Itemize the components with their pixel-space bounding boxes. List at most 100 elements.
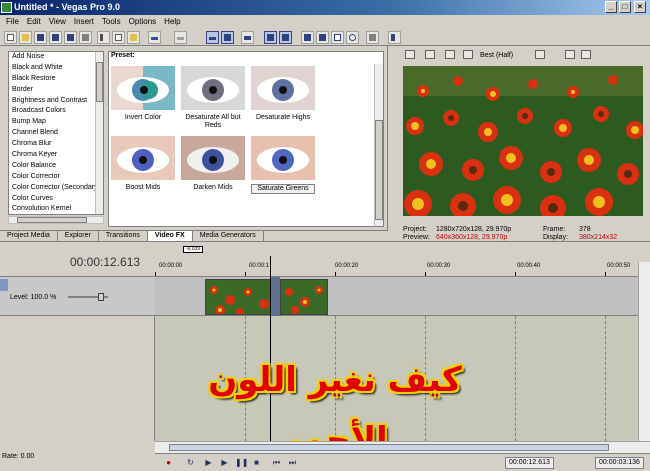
fx-item-black-restore[interactable]: Black Restore	[9, 74, 103, 85]
paste-icon[interactable]	[127, 31, 140, 44]
copy-snapshot-icon[interactable]	[565, 50, 575, 59]
zoom-edit-tool-icon[interactable]	[346, 31, 359, 44]
split-screen-icon[interactable]	[463, 50, 473, 59]
fx-item-channel-blend[interactable]: Channel Blend	[9, 128, 103, 139]
menu-tools[interactable]: Tools	[98, 15, 125, 29]
frame-value: 378	[579, 226, 591, 233]
ruler-tick: 00:00:1	[249, 263, 270, 269]
menu-help[interactable]: Help	[160, 15, 184, 29]
fx-item-brightness-contrast[interactable]: Brightness and Contrast	[9, 96, 103, 107]
minimize-button[interactable]: _	[605, 1, 617, 13]
preset-scrollbar[interactable]	[374, 64, 383, 226]
pause-icon[interactable]: ❚❚	[235, 458, 248, 468]
open-icon[interactable]	[19, 31, 32, 44]
ignore-grouping-icon[interactable]	[279, 31, 292, 44]
timeline-hscrollbar[interactable]	[155, 441, 650, 453]
fx-item-color-balance[interactable]: Color Balance	[9, 161, 103, 172]
preview-properties-icon[interactable]	[405, 50, 415, 59]
video-clip[interactable]	[280, 279, 328, 315]
normal-edit-tool-icon[interactable]	[301, 31, 314, 44]
tab-transitions[interactable]: Transitions	[99, 231, 148, 241]
eye-thumbnail	[181, 136, 245, 180]
copy-icon[interactable]	[112, 31, 125, 44]
render-icon[interactable]	[64, 31, 77, 44]
video-clip[interactable]	[205, 279, 271, 315]
fx-list-scrollbar[interactable]	[95, 52, 103, 214]
video-track-header[interactable]: Level: 100.0 %	[0, 276, 155, 316]
save-icon[interactable]	[34, 31, 47, 44]
go-to-end-icon[interactable]: ⏭	[287, 458, 298, 468]
fx-item-chroma-keyer[interactable]: Chroma Keyer	[9, 150, 103, 161]
fx-item-black-and-white[interactable]: Black and White	[9, 63, 103, 74]
preset-saturate-greens[interactable]: Saturate Greens	[251, 136, 315, 200]
rate-area: Rate: 0.00	[0, 441, 155, 471]
preset-desaturate-highs[interactable]: Desaturate Highs	[251, 66, 315, 130]
fx-item-border[interactable]: Border	[9, 85, 103, 96]
save-as-icon[interactable]	[49, 31, 62, 44]
preset-darken-mids[interactable]: Darken Mids	[181, 136, 245, 200]
fx-item-color-corrector[interactable]: Color Corrector	[9, 172, 103, 183]
selected-region	[271, 277, 280, 317]
ruler-tick: 00:00:30	[427, 263, 451, 269]
preview-frame	[403, 66, 643, 216]
event-pan-crop-icon[interactable]	[366, 31, 379, 44]
level-slider-knob[interactable]	[98, 293, 104, 301]
auto-ripple-icon[interactable]	[221, 31, 234, 44]
crossfade-icon[interactable]	[241, 31, 254, 44]
menu-view[interactable]: View	[45, 15, 70, 29]
track-number	[0, 279, 8, 291]
overlays-icon[interactable]	[535, 50, 545, 59]
play-from-start-icon[interactable]: ▶	[203, 458, 214, 468]
selection-edit-tool-icon[interactable]	[331, 31, 344, 44]
eye-thumbnail	[251, 66, 315, 110]
loop-region-marker[interactable]: -6.039	[183, 246, 203, 253]
close-button[interactable]: ×	[634, 1, 646, 13]
timeline-vscrollbar[interactable]	[638, 262, 650, 441]
menu-edit[interactable]: Edit	[23, 15, 45, 29]
record-icon[interactable]: ●	[163, 458, 174, 468]
video-track[interactable]	[155, 276, 638, 317]
new-icon[interactable]	[4, 31, 17, 44]
fx-item-broadcast-colors[interactable]: Broadcast Colors	[9, 106, 103, 117]
playback-rate: Rate: 0.00	[2, 453, 35, 460]
menu-file[interactable]: File	[2, 15, 23, 29]
tab-explorer[interactable]: Explorer	[58, 231, 99, 241]
preview-quality-select[interactable]: Best (Half)	[480, 52, 513, 59]
track-level: Level: 100.0 %	[10, 294, 57, 301]
tab-video-fx[interactable]: Video FX	[147, 231, 193, 241]
menu-insert[interactable]: Insert	[70, 15, 98, 29]
redo-icon[interactable]	[174, 31, 187, 44]
preview-fx-icon[interactable]	[445, 50, 455, 59]
properties-icon[interactable]	[79, 31, 92, 44]
ruler-tick: 00:00:20	[335, 263, 359, 269]
fx-item-bump-map[interactable]: Bump Map	[9, 117, 103, 128]
play-icon[interactable]: ▶	[219, 458, 230, 468]
maximize-button[interactable]: □	[619, 1, 631, 13]
timeline-cursor[interactable]	[270, 256, 271, 441]
fx-item-color-curves[interactable]: Color Curves	[9, 194, 103, 205]
tab-media-generators[interactable]: Media Generators	[193, 231, 264, 241]
external-monitor-icon[interactable]	[425, 50, 435, 59]
preset-boost-mids[interactable]: Boost Mids	[111, 136, 175, 200]
tab-project-media[interactable]: Project Media	[0, 231, 58, 241]
ruler-tick: 00:00:50	[607, 263, 631, 269]
go-to-start-icon[interactable]: ⏮	[271, 458, 282, 468]
fx-list-hscrollbar[interactable]	[8, 216, 104, 224]
stop-icon[interactable]: ■	[251, 458, 262, 468]
save-snapshot-icon[interactable]	[581, 50, 591, 59]
menu-options[interactable]: Options	[125, 15, 161, 29]
envelope-edit-tool-icon[interactable]	[316, 31, 329, 44]
lock-envelopes-icon[interactable]	[264, 31, 277, 44]
preset-desaturate-all-but-reds[interactable]: Desaturate All but Reds	[181, 66, 245, 130]
undo-icon[interactable]	[148, 31, 161, 44]
cut-icon[interactable]	[97, 31, 110, 44]
fx-item-add-noise[interactable]: Add Noise	[9, 52, 103, 63]
timeline-ruler[interactable]: -6.039 00:00:00 00:00:1 00:00:20 00:00:3…	[155, 241, 650, 277]
fx-item-color-corrector-secondary[interactable]: Color Corrector (Secondary)	[9, 183, 103, 194]
preset-invert-color[interactable]: Invert Color	[111, 66, 175, 130]
fx-item-chroma-blur[interactable]: Chroma Blur	[9, 139, 103, 150]
fx-item-convolution-kernel[interactable]: Convolution Kernel	[9, 204, 103, 214]
loop-playback-icon[interactable]: ↻	[185, 458, 196, 468]
whats-this-help-icon[interactable]	[388, 31, 401, 44]
enable-snapping-icon[interactable]	[206, 31, 219, 44]
